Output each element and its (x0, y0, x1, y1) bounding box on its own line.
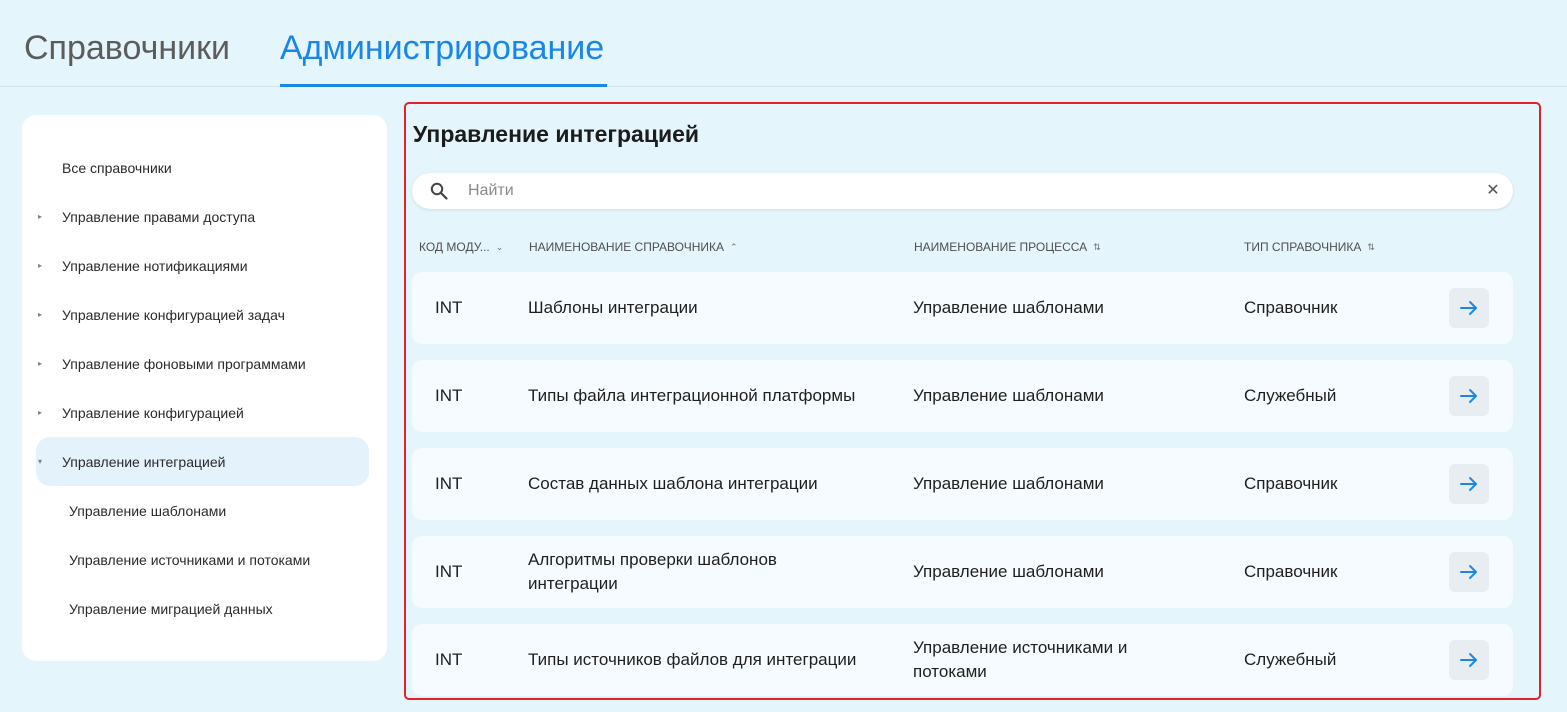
main-panel: Управление интеграцией ✕ КОД МОДУ... ⌄ Н… (404, 102, 1541, 700)
search-icon (430, 182, 448, 200)
sidebar-item-all-directories[interactable]: Все справочники (36, 143, 369, 192)
cell-directory-type: Справочник (1244, 298, 1338, 317)
sidebar-item-label: Все справочники (62, 159, 172, 176)
cell-process-name: Управление источниками и потоками (913, 638, 1128, 681)
column-header-directory-name[interactable]: НАИМЕНОВАНИЕ СПРАВОЧНИКА ⌃ (529, 240, 738, 254)
open-row-button[interactable] (1449, 376, 1489, 416)
arrow-right-icon (1460, 477, 1477, 491)
caret-right-icon: ▸ (38, 358, 43, 368)
search-bar: ✕ (412, 173, 1513, 209)
caret-right-icon: ▸ (38, 211, 43, 221)
sidebar-item-configuration[interactable]: ▸ Управление конфигурацией (36, 388, 369, 437)
table-row[interactable]: INT Типы файла интеграционной платформы … (412, 360, 1513, 432)
sidebar-item-label: Управление конфигурацией задач (62, 306, 285, 323)
open-row-button[interactable] (1449, 464, 1489, 504)
arrow-right-icon (1460, 653, 1477, 667)
table-row[interactable]: INT Алгоритмы проверки шаблонов интеграц… (412, 536, 1513, 608)
table-row[interactable]: INT Шаблоны интеграции Управление шаблон… (412, 272, 1513, 344)
active-tab-indicator (280, 84, 607, 87)
cell-module-code: INT (435, 650, 463, 669)
cell-process-name: Управление шаблонами (913, 386, 1104, 405)
cell-directory-type: Служебный (1244, 650, 1337, 669)
sidebar-item-task-config[interactable]: ▸ Управление конфигурацией задач (36, 290, 369, 339)
tab-directories[interactable]: Справочники (24, 26, 230, 87)
cell-directory-type: Справочник (1244, 474, 1338, 493)
cell-module-code: INT (435, 386, 463, 405)
sidebar-item-access-rights[interactable]: ▸ Управление правами доступа (36, 192, 369, 241)
cell-directory-name: Типы файла интеграционной платформы (528, 386, 856, 405)
chevron-up-icon: ⌃ (730, 241, 738, 252)
cell-process-name: Управление шаблонами (913, 298, 1104, 317)
sidebar-item-label: Управление нотификациями (62, 257, 248, 274)
page-title: Управление интеграцией (413, 121, 700, 147)
sort-both-icon: ⇅ (1367, 241, 1375, 252)
sidebar-subitem-sources-streams[interactable]: Управление источниками и потоками (36, 535, 369, 584)
cell-module-code: INT (435, 474, 463, 493)
column-header-label: НАИМЕНОВАНИЕ ПРОЦЕССА (914, 240, 1088, 254)
column-header-directory-type[interactable]: ТИП СПРАВОЧНИКА ⇅ (1244, 240, 1375, 254)
cell-directory-name: Алгоритмы проверки шаблонов интеграции (528, 550, 777, 593)
sidebar-subitem-templates[interactable]: Управление шаблонами (36, 486, 369, 535)
column-header-process-name[interactable]: НАИМЕНОВАНИЕ ПРОЦЕССА ⇅ (914, 240, 1101, 254)
sidebar-item-integration[interactable]: ▾ Управление интеграцией (36, 437, 369, 486)
open-row-button[interactable] (1449, 288, 1489, 328)
cell-module-code: INT (435, 298, 463, 317)
cell-directory-type: Служебный (1244, 386, 1337, 405)
column-header-label: КОД МОДУ... (419, 240, 490, 254)
chevron-down-icon: ⌄ (495, 241, 504, 252)
sidebar-subitem-data-migration[interactable]: Управление миграцией данных (36, 584, 369, 633)
column-header-label: НАИМЕНОВАНИЕ СПРАВОЧНИКА (529, 240, 724, 254)
sidebar-item-label: Управление шаблонами (69, 502, 227, 519)
sidebar-item-label: Управление правами доступа (62, 208, 256, 225)
caret-right-icon: ▸ (38, 407, 43, 417)
open-row-button[interactable] (1449, 640, 1489, 680)
arrow-right-icon (1460, 301, 1477, 315)
sidebar-item-label: Управление интеграцией (62, 453, 226, 470)
cell-module-code: INT (435, 562, 463, 581)
search-input[interactable] (468, 179, 1468, 203)
cell-process-name: Управление шаблонами (913, 562, 1104, 581)
tab-administration[interactable]: Администрирование (280, 26, 604, 87)
cell-directory-name: Состав данных шаблона интеграции (528, 474, 818, 493)
caret-down-icon: ▾ (38, 456, 43, 466)
cell-directory-name: Типы источников файлов для интеграции (528, 650, 857, 669)
sidebar-item-notifications[interactable]: ▸ Управление нотификациями (36, 241, 369, 290)
table-row[interactable]: INT Состав данных шаблона интеграции Упр… (412, 448, 1513, 520)
sidebar-item-label: Управление фоновыми программами (62, 355, 306, 372)
sidebar-item-label: Управление конфигурацией (62, 404, 244, 421)
column-header-module-code[interactable]: КОД МОДУ... ⌄ (419, 240, 503, 254)
sort-both-icon: ⇅ (1093, 241, 1101, 252)
sidebar-item-label: Управление миграцией данных (69, 600, 273, 617)
sidebar-item-background-programs[interactable]: ▸ Управление фоновыми программами (36, 339, 369, 388)
sidebar-item-label: Управление источниками и потоками (69, 551, 311, 568)
top-tab-bar: Справочники Администрирование (0, 0, 1567, 87)
open-row-button[interactable] (1449, 552, 1489, 592)
caret-right-icon: ▸ (38, 260, 43, 270)
arrow-right-icon (1460, 565, 1477, 579)
arrow-right-icon (1460, 389, 1477, 403)
column-header-label: ТИП СПРАВОЧНИКА (1244, 240, 1362, 254)
table-row[interactable]: INT Типы источников файлов для интеграци… (412, 624, 1513, 696)
cell-process-name: Управление шаблонами (913, 474, 1104, 493)
close-icon[interactable]: ✕ (1483, 181, 1503, 201)
caret-right-icon: ▸ (38, 309, 43, 319)
sidebar: Все справочники ▸ Управление правами дос… (22, 115, 387, 661)
cell-directory-type: Справочник (1244, 562, 1338, 581)
cell-directory-name: Шаблоны интеграции (528, 298, 698, 317)
